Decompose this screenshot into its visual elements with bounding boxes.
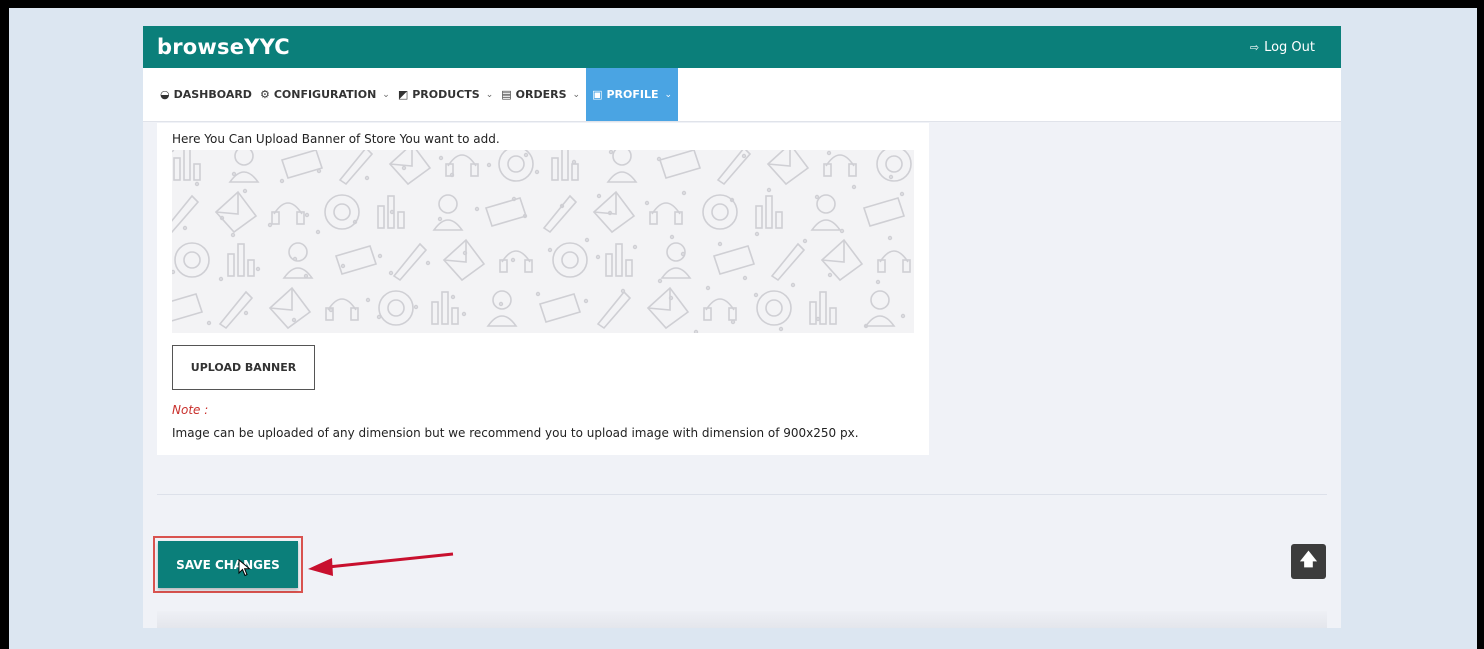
dashboard-icon: ◒: [160, 88, 170, 101]
tag-icon: ◩: [397, 88, 409, 101]
logout-link[interactable]: ⇨ Log Out: [1250, 40, 1315, 55]
nav-item-label: PROFILE: [606, 88, 659, 101]
nav-item-orders[interactable]: ▤ ORDERS ⌄: [499, 68, 586, 121]
brand-logo[interactable]: browseYYC: [157, 35, 290, 59]
banner-help-text: Here You Can Upload Banner of Store You …: [172, 132, 500, 146]
nav-item-label: PRODUCTS: [412, 88, 480, 101]
chevron-down-icon: ⌄: [485, 89, 494, 100]
nav-item-profile[interactable]: ▣ PROFILE ⌄: [586, 68, 679, 121]
note-label: Note :: [172, 403, 209, 417]
logout-label: Log Out: [1264, 39, 1315, 55]
app-window: browseYYC ⇨ Log Out ◒ DASHBOARD ⚙ CONFIG…: [143, 26, 1341, 628]
nav-item-dashboard[interactable]: ◒ DASHBOARD: [158, 68, 258, 121]
save-changes-button[interactable]: SAVE CHANGES: [158, 541, 298, 588]
save-highlight-box: SAVE CHANGES: [153, 536, 303, 593]
nav-item-configuration[interactable]: ⚙ CONFIGURATION ⌄: [258, 68, 396, 121]
banner-pattern: [172, 150, 912, 333]
nav-item-products[interactable]: ◩ PRODUCTS ⌄: [396, 68, 499, 121]
nav-item-label: CONFIGURATION: [273, 88, 377, 101]
upload-banner-button[interactable]: UPLOAD BANNER: [172, 345, 315, 390]
save-changes-label: SAVE CHANGES: [176, 557, 280, 572]
chevron-down-icon: ⌄: [664, 89, 673, 100]
note-text: Image can be uploaded of any dimension b…: [172, 426, 859, 440]
chevron-down-icon: ⌄: [382, 89, 390, 100]
mouse-cursor-icon: [238, 559, 251, 577]
banner-upload-card: Here You Can Upload Banner of Store You …: [157, 123, 929, 455]
nav-item-label: DASHBOARD: [173, 88, 252, 101]
banner-placeholder-image: [172, 150, 914, 333]
nav-item-label: ORDERS: [515, 88, 567, 101]
id-card-icon: ▣: [592, 88, 603, 101]
gear-icon: ⚙: [259, 88, 270, 101]
annotation-arrow-icon: [308, 552, 454, 576]
scroll-to-top-button[interactable]: 🡅: [1291, 544, 1326, 579]
top-bar: browseYYC ⇨ Log Out: [143, 26, 1341, 68]
main-nav: ◒ DASHBOARD ⚙ CONFIGURATION ⌄ ◩ PRODUCTS…: [143, 68, 1341, 122]
section-divider: [157, 494, 1327, 495]
chevron-down-icon: ⌄: [572, 89, 581, 100]
sign-out-icon: ⇨: [1249, 40, 1260, 54]
arrow-up-icon: 🡅: [1299, 550, 1318, 570]
clipboard-icon: ▤: [501, 88, 512, 101]
bottom-panel-edge: [157, 611, 1327, 628]
